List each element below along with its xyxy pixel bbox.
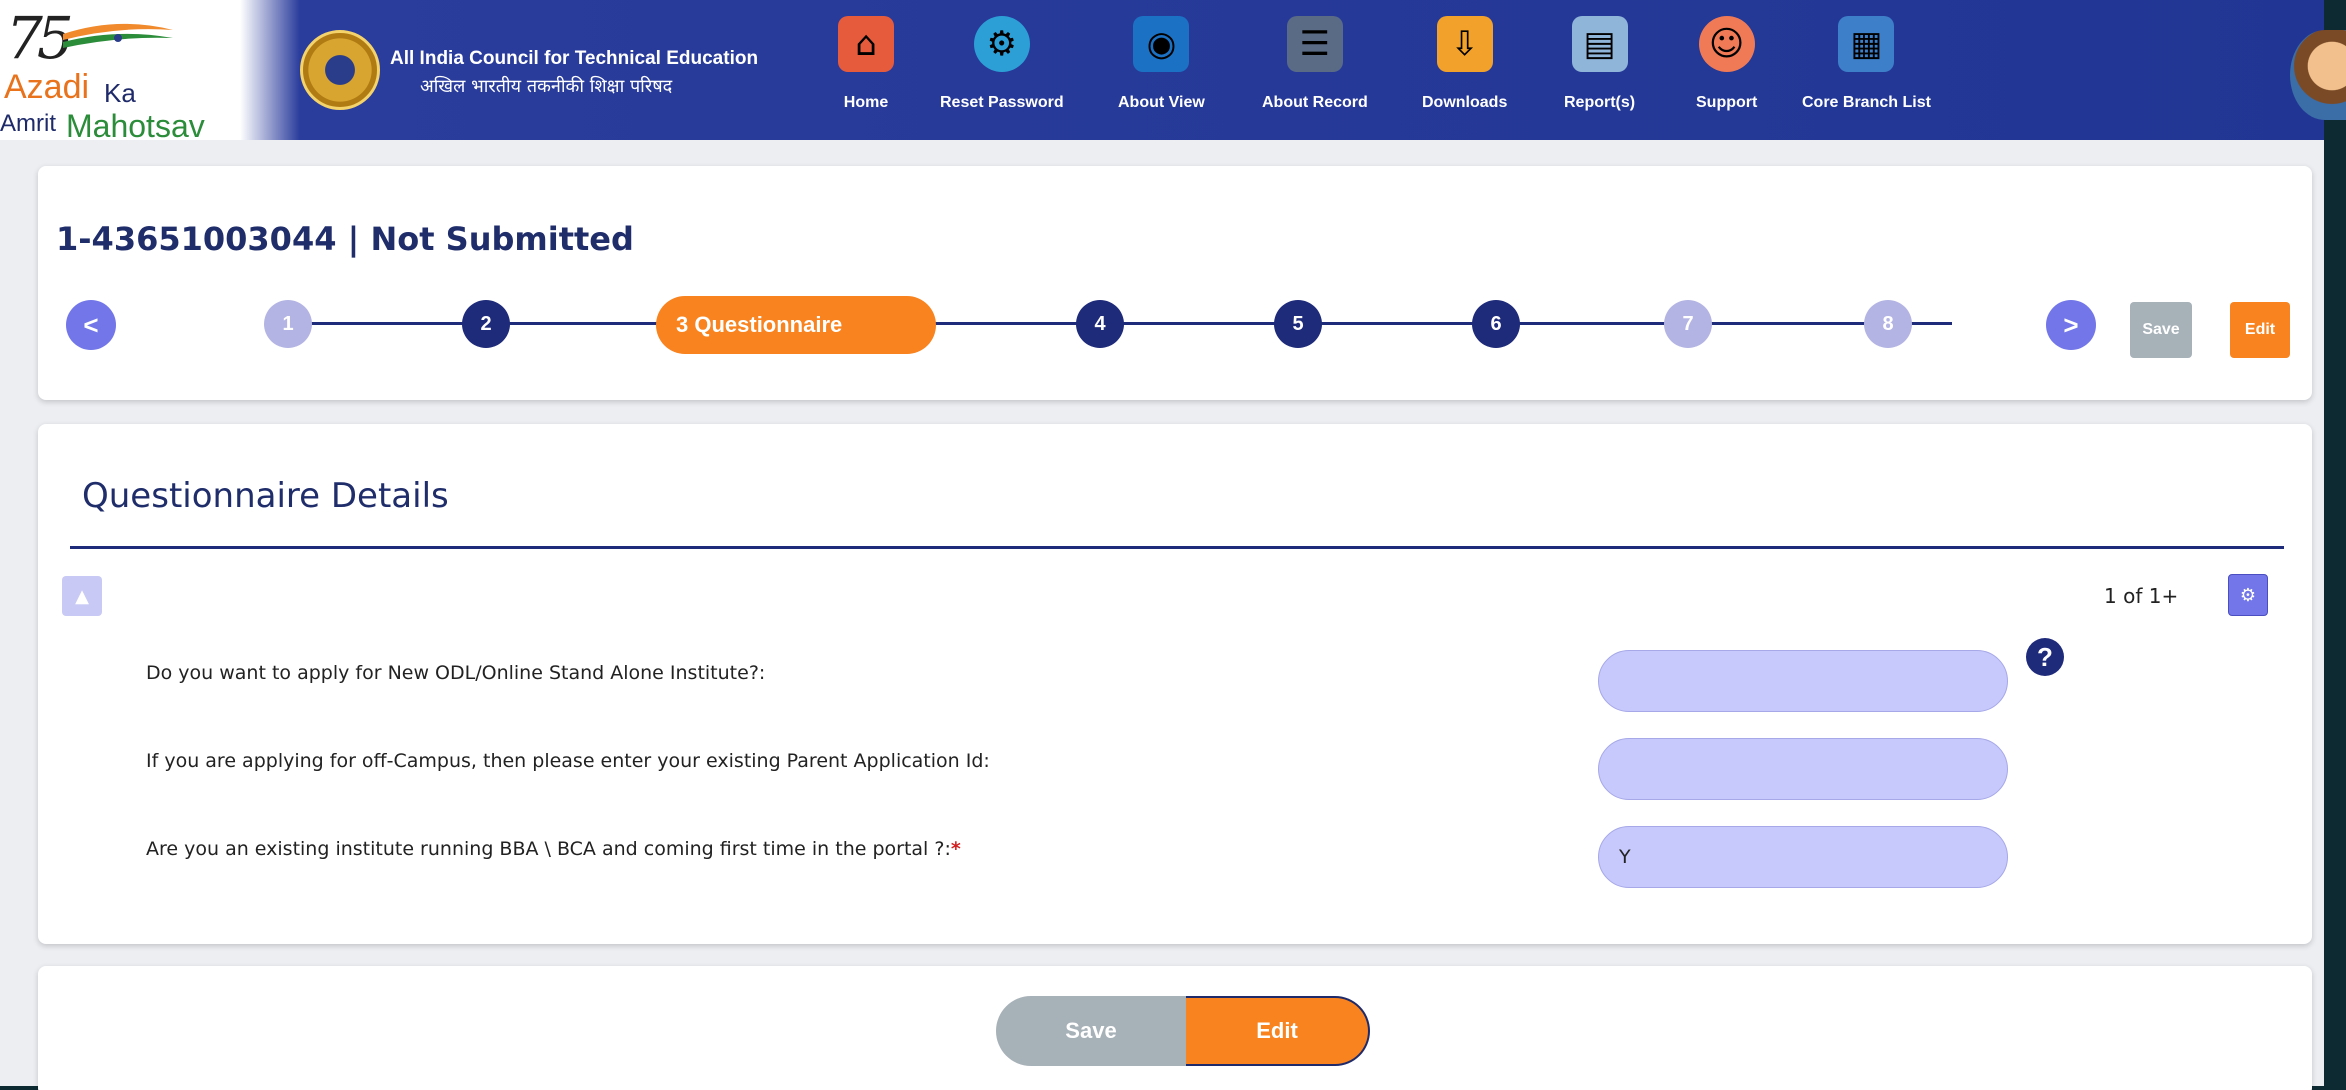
about-view-icon: ◉ — [1133, 16, 1190, 72]
top-header: 75 Azadi Ka Amrit Mahotsav All India Cou… — [0, 0, 2346, 144]
nav-about-view[interactable]: ◉ About View — [1118, 0, 1205, 140]
reset-password-icon: ⚙ — [973, 16, 1030, 72]
step-6[interactable]: 6 — [1472, 300, 1520, 348]
logo-amrit: Amrit — [0, 110, 56, 137]
question-bba-bca-label: Are you an existing institute running BB… — [146, 838, 961, 860]
stepper-card: 1-43651003044 | Not Submitted < 1 2 3 Qu… — [38, 166, 2312, 400]
section-title: Questionnaire Details — [82, 476, 449, 516]
nav-reset-password-label: Reset Password — [940, 94, 1064, 111]
edit-button[interactable]: Edit — [1186, 996, 1370, 1066]
section-divider — [70, 546, 2284, 549]
question-bba-bca-input[interactable]: Y — [1598, 826, 2008, 888]
nav-reports[interactable]: ▤ Report(s) — [1564, 0, 1635, 140]
previous-step-button[interactable]: < — [66, 300, 116, 350]
user-avatar[interactable] — [2290, 30, 2346, 120]
step-5[interactable]: 5 — [1274, 300, 1322, 348]
help-icon[interactable]: ? — [2026, 638, 2064, 676]
reports-icon: ▤ — [1571, 16, 1628, 72]
save-button[interactable]: Save — [996, 996, 1186, 1066]
question-parent-id-input[interactable] — [1598, 738, 2008, 800]
nav-core-branch-list-label: Core Branch List — [1802, 94, 1931, 111]
gear-icon[interactable]: ⚙ — [2228, 574, 2268, 616]
actions-card: Save Edit — [38, 966, 2312, 1090]
home-icon: ⌂ — [838, 16, 894, 72]
org-name-english: All India Council for Technical Educatio… — [390, 48, 759, 69]
aicte-seal-icon — [300, 30, 380, 110]
questionnaire-card: Questionnaire Details ▲ 1 of 1+ ⚙ Do you… — [38, 424, 2312, 944]
save-button-top[interactable]: Save — [2130, 302, 2192, 358]
step-1[interactable]: 1 — [264, 300, 312, 348]
step-4[interactable]: 4 — [1076, 300, 1124, 348]
nav-support[interactable]: ☺ Support — [1696, 0, 1757, 140]
question-odl-label: Do you want to apply for New ODL/Online … — [146, 662, 765, 684]
nav-about-record[interactable]: ☰ About Record — [1262, 0, 1368, 140]
org-name-hindi: अखिल भारतीय तकनीकी शिक्षा परिषद — [420, 76, 673, 97]
support-icon: ☺ — [1698, 16, 1755, 72]
org-name: All India Council for Technical Educatio… — [390, 48, 758, 98]
flag-swoosh-icon — [63, 23, 173, 48]
record-pager: 1 of 1+ — [2104, 584, 2179, 608]
nav-home[interactable]: ⌂ Home — [838, 0, 894, 140]
logo-azadi: Azadi — [4, 68, 90, 106]
export-icon[interactable]: ▲ — [62, 576, 102, 616]
application-title: 1-43651003044 | Not Submitted — [56, 220, 634, 258]
nav-reset-password[interactable]: ⚙ Reset Password — [940, 0, 1064, 140]
nav-about-view-label: About View — [1118, 94, 1205, 111]
question-odl-text: Do you want to apply for New ODL/Online … — [146, 662, 766, 684]
step-7[interactable]: 7 — [1664, 300, 1712, 348]
question-bba-bca-text: Are you an existing institute running BB… — [146, 838, 951, 860]
logo-mahotsav: Mahotsav — [66, 108, 205, 144]
downloads-icon: ⇩ — [1436, 16, 1493, 72]
nav-home-label: Home — [843, 94, 889, 111]
nav-downloads-label: Downloads — [1422, 94, 1508, 111]
nav-reports-label: Report(s) — [1564, 94, 1636, 111]
next-step-button[interactable]: > — [2046, 300, 2096, 350]
about-record-icon: ☰ — [1286, 16, 1343, 72]
nav-about-record-label: About Record — [1262, 94, 1368, 111]
question-odl-input[interactable] — [1598, 650, 2008, 712]
step-8[interactable]: 8 — [1864, 300, 1912, 348]
nav-support-label: Support — [1696, 94, 1758, 111]
logo-ka: Ka — [104, 78, 136, 108]
question-parent-id-text: If you are applying for off-Campus, then… — [146, 750, 990, 772]
question-parent-id-label: If you are applying for off-Campus, then… — [146, 750, 990, 772]
step-2[interactable]: 2 — [462, 300, 510, 348]
window-frame-right — [2324, 0, 2346, 1090]
required-marker: * — [950, 838, 961, 860]
nav-downloads[interactable]: ⇩ Downloads — [1422, 0, 1507, 140]
core-branch-list-icon: ▦ — [1838, 16, 1895, 72]
edit-button-top[interactable]: Edit — [2230, 302, 2290, 358]
step-3-questionnaire[interactable]: 3 Questionnaire — [656, 296, 936, 354]
azadi-ka-amrit-mahotsav-logo: 75 Azadi Ka Amrit Mahotsav — [0, 0, 240, 144]
nav-core-branch-list[interactable]: ▦ Core Branch List — [1802, 0, 1931, 140]
